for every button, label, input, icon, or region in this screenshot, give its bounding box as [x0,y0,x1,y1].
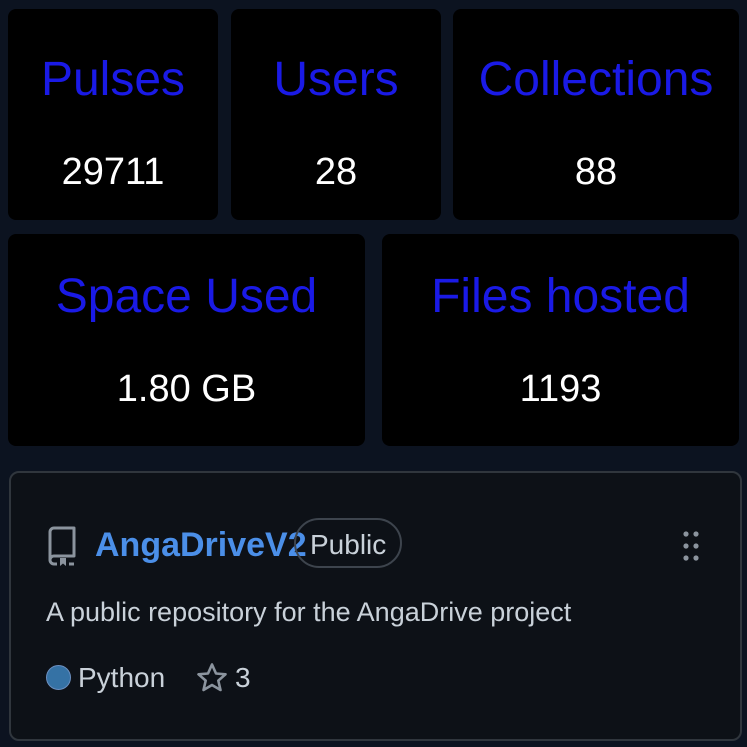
star-icon[interactable] [196,662,228,694]
stat-value-collections: 88 [574,151,618,193]
stat-label-files-hosted: Files hosted [431,270,690,323]
stat-label-users: Users [273,53,399,106]
star-count[interactable]: 3 [235,661,251,695]
stat-card-users: Users 28 [231,9,441,220]
visibility-badge: Public [294,518,403,568]
stat-label-space-used: Space Used [55,270,318,323]
stat-value-pulses: 29711 [61,151,165,193]
stat-card-space-used: Space Used 1.80 GB [8,234,365,446]
stat-value-files-hosted: 1193 [519,368,602,410]
repo-description: A public repository for the AngaDrive pr… [46,597,572,627]
stat-value-users: 28 [314,151,358,193]
language-color-dot [46,665,71,690]
stats-page: Pulses 29711 Users 28 Collections 88 Spa… [0,0,747,747]
repo-icon [48,526,76,566]
stat-label-collections: Collections [478,53,714,106]
kebab-menu-icon[interactable] [679,529,703,563]
stat-value-space-used: 1.80 GB [116,368,257,410]
stat-card-files-hosted: Files hosted 1193 [382,234,739,446]
repo-card: AngaDriveV2 Public A public repository f… [9,471,742,741]
stat-label-pulses: Pulses [40,53,186,106]
stat-card-pulses: Pulses 29711 [8,9,218,220]
repo-language: Python [78,662,166,693]
repo-name-link[interactable]: AngaDriveV2 [95,525,307,565]
stat-card-collections: Collections 88 [453,9,739,220]
